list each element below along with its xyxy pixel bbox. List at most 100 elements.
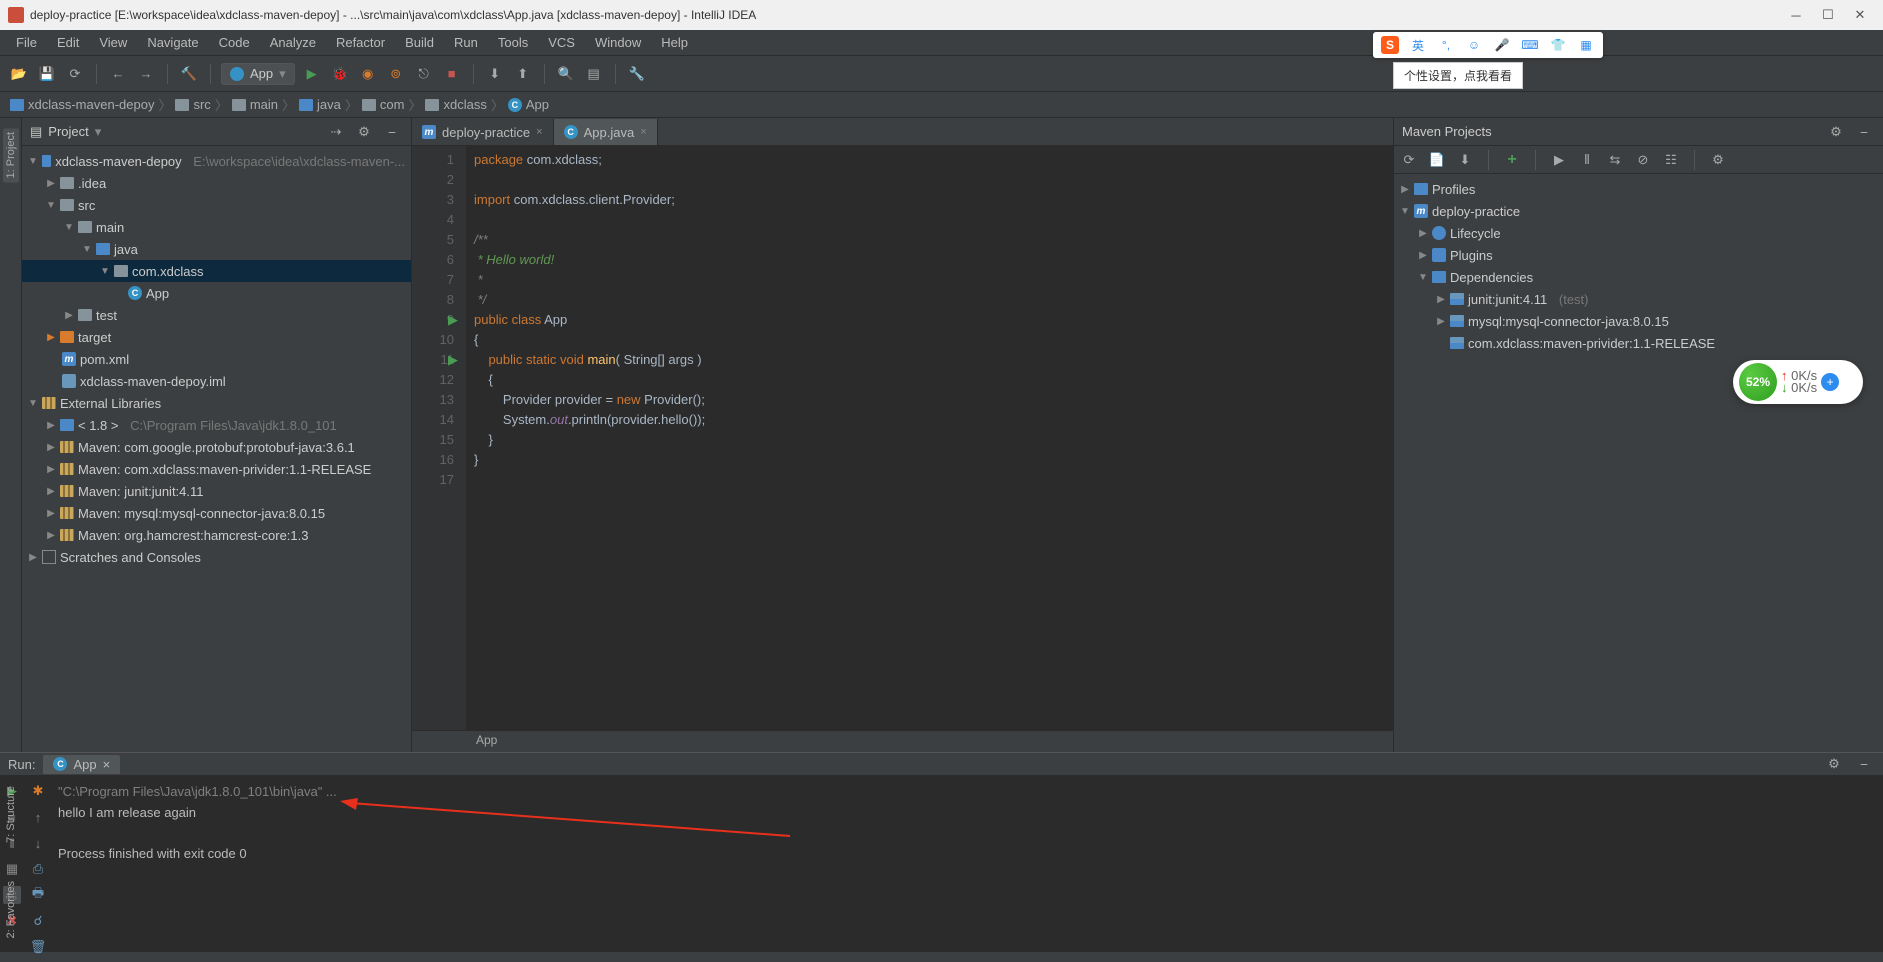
up-icon[interactable]: ↑ [29,808,47,826]
clear-icon[interactable]: ☌ [29,912,47,930]
skip-tests-icon[interactable]: ⊘ [1634,151,1652,169]
wrench-icon[interactable]: 🔧 [626,63,648,85]
open-icon[interactable]: 📂 [8,63,30,85]
refresh-icon[interactable]: ⟳ [64,63,86,85]
menu-window[interactable]: Window [587,33,649,52]
sogou-icon[interactable]: S [1381,36,1399,54]
bc-xdclass[interactable]: xdclass [425,97,486,112]
gear-icon[interactable]: ⚙ [1825,121,1847,143]
tree-app-file[interactable]: CApp [22,282,411,304]
structure-icon[interactable]: ▤ [583,63,605,85]
gear-icon[interactable]: ⚙ [353,121,375,143]
gutter-run-icon[interactable]: ▶ [448,310,458,330]
gear-icon[interactable]: ⚙ [1823,753,1845,775]
punct-icon[interactable]: °, [1437,36,1455,54]
run-maven-icon[interactable]: ▶ [1550,151,1568,169]
settings-icon[interactable]: ⚙ [1709,151,1727,169]
run-icon[interactable]: ▶ [301,63,323,85]
toggle-icon[interactable]: ⇆ [1606,151,1624,169]
close-icon[interactable]: × [536,126,542,138]
keyboard-icon[interactable]: ⌨ [1521,36,1539,54]
generate-icon[interactable]: 📄 [1428,151,1446,169]
tab-app-java[interactable]: CApp.java× [554,119,658,145]
down-icon[interactable]: ↓ [29,834,47,852]
maven-panel: Maven Projects ⚙ ⎯ ⟳ 📄 ⬇ + ▶ ⫴ ⇆ ⊘ ☷ ⚙ P… [1393,118,1883,752]
bc-java[interactable]: java [299,97,341,112]
run-tab-app[interactable]: CApp× [43,755,120,774]
search-icon[interactable]: 🔍 [555,63,577,85]
menu-run[interactable]: Run [446,33,486,52]
attach-icon[interactable]: ⎋ [413,63,435,85]
ime-toolbar[interactable]: S 英 °, ☺ 🎤 ⌨ 👕 ▦ [1373,32,1603,58]
forward-icon[interactable]: → [135,63,157,85]
back-icon[interactable]: ← [107,63,129,85]
menu-refactor[interactable]: Refactor [328,33,393,52]
ime-tooltip[interactable]: 个性设置，点我看看 [1393,62,1523,89]
scroll-icon[interactable]: ⎙ [29,860,47,878]
menu-analyze[interactable]: Analyze [262,33,324,52]
gutter-run-icon[interactable]: ▶ [448,350,458,370]
menu-help[interactable]: Help [653,33,696,52]
hide-icon[interactable]: ⎯ [381,121,403,143]
hide-icon[interactable]: ⎯ [1853,121,1875,143]
editor-breadcrumb[interactable]: App [412,730,1393,752]
side-tab-favorites[interactable]: 2: Favorites [3,877,19,942]
voice-icon[interactable]: 🎤 [1493,36,1511,54]
bc-project[interactable]: xdclass-maven-depoy [10,97,154,112]
trash-icon[interactable]: 🗑 [29,938,47,956]
tree-package[interactable]: com.xdclass [22,260,411,282]
save-icon[interactable]: 💾 [36,63,58,85]
menu-edit[interactable]: Edit [49,33,87,52]
code-content[interactable]: package com.xdclass; import com.xdclass.… [466,146,1393,730]
minimize-button[interactable]: ─ [1789,8,1803,22]
toolbox-icon[interactable]: ▦ [1577,36,1595,54]
coverage-icon[interactable]: ◉ [357,63,379,85]
skin-icon[interactable]: 👕 [1549,36,1567,54]
menu-build[interactable]: Build [397,33,442,52]
bc-app[interactable]: CApp [508,97,549,112]
execute-icon[interactable]: ⫴ [1578,151,1596,169]
project-panel-title[interactable]: ▤Project▾ [30,124,325,140]
close-icon[interactable]: × [103,757,111,772]
run-console[interactable]: "C:\Program Files\Java\jdk1.8.0_101\bin\… [50,776,1883,962]
bc-src[interactable]: src [175,97,210,112]
profile-icon[interactable]: ⊚ [385,63,407,85]
menu-code[interactable]: Code [211,33,258,52]
maximize-button[interactable]: ☐ [1821,8,1835,22]
tab-deploy-practice[interactable]: mdeploy-practice× [412,119,554,145]
debug-icon[interactable]: 🐞 [329,63,351,85]
project-tree[interactable]: xdclass-maven-depoy E:\workspace\idea\xd… [22,146,411,752]
maven-tree[interactable]: Profiles mdeploy-practice Lifecycle Plug… [1394,174,1883,752]
bc-main[interactable]: main [232,97,278,112]
download-icon[interactable]: ⬇ [1456,151,1474,169]
menu-navigate[interactable]: Navigate [139,33,206,52]
vcs-commit-icon[interactable]: ⬆ [512,63,534,85]
widget-add-icon[interactable]: + [1821,373,1839,391]
code-editor[interactable]: 1234567891011121314151617 ▶ ▶ package co… [412,146,1393,730]
dump-icon[interactable]: ✱ [29,782,47,800]
editor-gutter[interactable]: 1234567891011121314151617 ▶ ▶ [412,146,466,730]
network-widget[interactable]: 52% ↑ 0K/s ↓ 0K/s + [1733,360,1863,404]
menu-view[interactable]: View [91,33,135,52]
close-button[interactable]: ✕ [1853,8,1867,22]
reload-icon[interactable]: ⟳ [1400,151,1418,169]
emoji-icon[interactable]: ☺ [1465,36,1483,54]
run-config-selector[interactable]: App ▾ [221,63,295,85]
menu-vcs[interactable]: VCS [540,33,583,52]
menu-file[interactable]: File [8,33,45,52]
bc-com[interactable]: com [362,97,405,112]
lang-icon[interactable]: 英 [1409,36,1427,54]
show-deps-icon[interactable]: ☷ [1662,151,1680,169]
vcs-update-icon[interactable]: ⬇ [484,63,506,85]
print-icon[interactable]: 🖶 [29,886,47,904]
close-icon[interactable]: × [640,126,646,138]
side-tab-project[interactable]: 1: Project [3,128,19,182]
side-tab-structure[interactable]: 7: Structure [3,782,19,847]
build-icon[interactable]: 🔨 [178,63,200,85]
add-icon[interactable]: + [1503,151,1521,169]
hide-icon[interactable]: ⎯ [1853,753,1875,775]
editor-area: mdeploy-practice× CApp.java× 12345678910… [412,118,1393,752]
collapse-icon[interactable]: ⇢ [325,121,347,143]
stop-icon[interactable]: ■ [441,63,463,85]
menu-tools[interactable]: Tools [490,33,536,52]
